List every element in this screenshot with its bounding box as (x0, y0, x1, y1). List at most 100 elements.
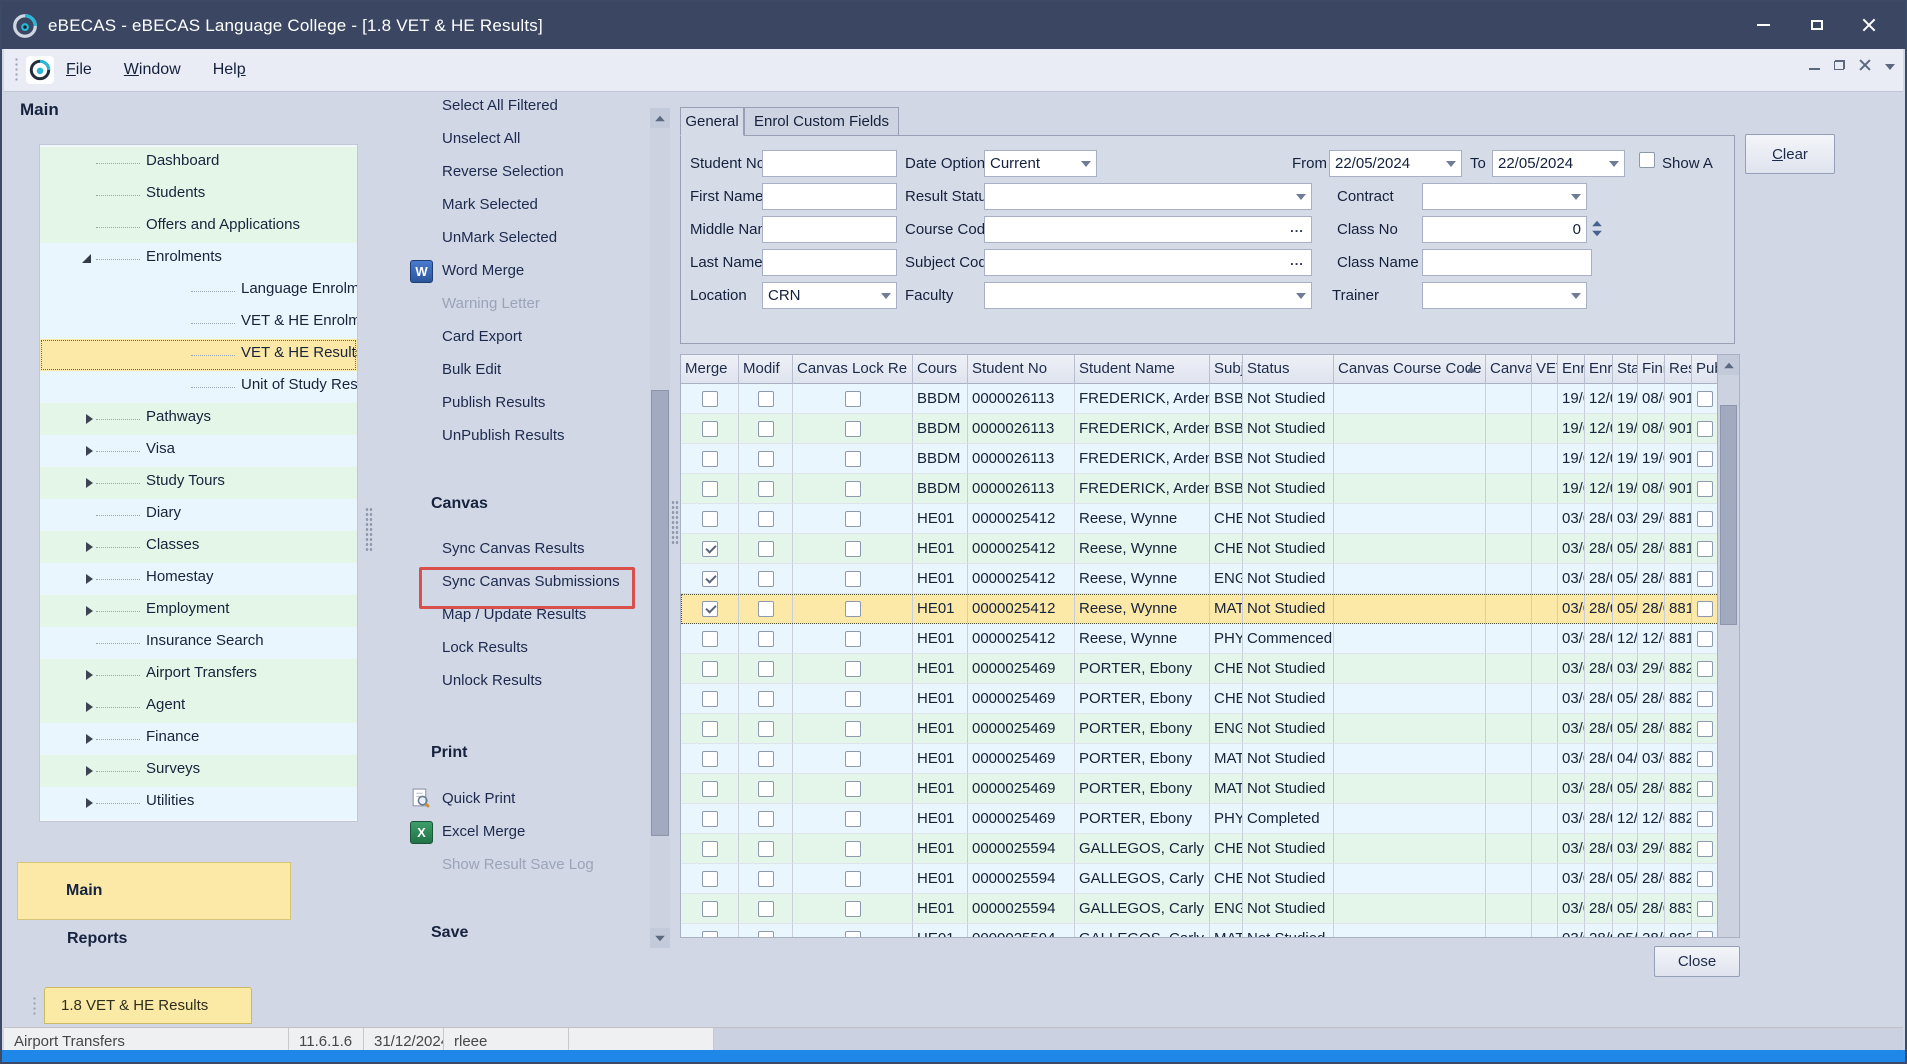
published-checkbox[interactable] (1697, 871, 1713, 887)
canvas-lock-checkbox[interactable] (845, 481, 861, 497)
column-header-subj[interactable]: Subj (1210, 355, 1243, 384)
canvas-lock-checkbox[interactable] (845, 841, 861, 857)
dropdown-arrow-icon[interactable] (1446, 161, 1456, 167)
merge[interactable] (681, 804, 739, 834)
action-sync-canvas-results[interactable]: Sync Canvas Results (442, 535, 585, 563)
published-checkbox[interactable] (1697, 751, 1713, 767)
canvas-lock[interactable] (793, 924, 913, 938)
modified-checkbox[interactable] (758, 691, 774, 707)
column-header-canva[interactable]: Canva (1486, 355, 1532, 384)
published-checkbox[interactable] (1697, 541, 1713, 557)
table-row[interactable]: HE010000025594GALLEGOS, CarlyENGNot Stud… (681, 894, 1719, 924)
published-checkbox[interactable] (1697, 391, 1713, 407)
canvas-lock-checkbox[interactable] (845, 691, 861, 707)
canvas-lock-checkbox[interactable] (845, 541, 861, 557)
class-no-spinner-icons[interactable] (1589, 216, 1604, 243)
mdi-restore-icon[interactable] (1834, 60, 1845, 70)
column-header-canvas-lock-re[interactable]: Canvas Lock Re (793, 355, 913, 384)
table-row[interactable]: HE010000025469PORTER, EbonyMATNot Studie… (681, 744, 1719, 774)
dropdown-arrow-icon[interactable] (1609, 161, 1619, 167)
action-excel-merge[interactable]: Excel MergeX (442, 818, 525, 846)
action-reverse-selection[interactable]: Reverse Selection (442, 158, 564, 186)
column-header-canvas-course-code[interactable]: Canvas Course Code (1334, 355, 1486, 384)
merge-checkbox[interactable] (702, 751, 718, 767)
canvas-lock[interactable] (793, 504, 913, 534)
sidebar-main-button[interactable]: Main (17, 862, 291, 920)
modified[interactable] (739, 624, 793, 654)
modified[interactable] (739, 864, 793, 894)
canvas-lock[interactable] (793, 534, 913, 564)
action-unmark-selected[interactable]: UnMark Selected (442, 224, 557, 252)
modified-checkbox[interactable] (758, 661, 774, 677)
table-row[interactable]: BBDM0000026113FREDERICK, ArdenBSBCNot St… (681, 414, 1719, 444)
canvas-lock[interactable] (793, 564, 913, 594)
column-header-student-no[interactable]: Student No (968, 355, 1075, 384)
sidebar-reports-button[interactable]: Reports (67, 930, 127, 948)
sidebar-item-pathways[interactable]: Pathways (40, 403, 357, 435)
action-mark-selected[interactable]: Mark Selected (442, 191, 538, 219)
published[interactable] (1692, 624, 1719, 654)
chevron-right-icon[interactable] (86, 670, 93, 680)
sidebar-item-vet-he-results[interactable]: VET & HE Results (40, 339, 357, 371)
ellipsis-lookup-icon[interactable]: ... (1286, 220, 1308, 239)
published[interactable] (1692, 504, 1719, 534)
table-row[interactable]: HE010000025412Reese, WynneCHEMNot Studie… (681, 534, 1719, 564)
published[interactable] (1692, 864, 1719, 894)
table-row[interactable]: HE010000025412Reese, WynnePHYSCommenced0… (681, 624, 1719, 654)
published-checkbox[interactable] (1697, 631, 1713, 647)
chevron-expanded-icon[interactable] (82, 254, 91, 263)
merge-checkbox[interactable] (702, 511, 718, 527)
merge-checkbox[interactable] (702, 931, 718, 939)
modified[interactable] (739, 654, 793, 684)
modified-checkbox[interactable] (758, 511, 774, 527)
published-checkbox[interactable] (1697, 451, 1713, 467)
canvas-lock[interactable] (793, 384, 913, 414)
from-date-select[interactable]: 22/05/2024 (1329, 150, 1462, 177)
modified-checkbox[interactable] (758, 901, 774, 917)
column-header-status[interactable]: Status (1243, 355, 1334, 384)
canvas-lock[interactable] (793, 654, 913, 684)
grid-scrollbar[interactable] (1717, 355, 1739, 937)
minimize-button[interactable] (1741, 10, 1785, 40)
actions-scrollbar[interactable] (650, 108, 670, 948)
left-splitter-handle[interactable] (365, 507, 373, 553)
table-row[interactable]: BBDM0000026113FREDERICK, ArdenBSBANot St… (681, 384, 1719, 414)
published-checkbox[interactable] (1697, 601, 1713, 617)
merge[interactable] (681, 744, 739, 774)
published-checkbox[interactable] (1697, 811, 1713, 827)
sidebar-item-classes[interactable]: Classes (40, 531, 357, 563)
modified-checkbox[interactable] (758, 421, 774, 437)
table-row[interactable]: HE010000025469PORTER, EbonyCHEMNot Studi… (681, 684, 1719, 714)
chevron-right-icon[interactable] (86, 734, 93, 744)
chevron-right-icon[interactable] (86, 606, 93, 616)
sidebar-item-enrolments[interactable]: Enrolments (40, 243, 357, 275)
canvas-lock-checkbox[interactable] (845, 661, 861, 677)
published-checkbox[interactable] (1697, 511, 1713, 527)
column-header-student-name[interactable]: Student Name (1075, 355, 1210, 384)
dropdown-arrow-icon[interactable] (1296, 293, 1306, 299)
action-lock-results[interactable]: Lock Results (442, 634, 528, 662)
table-row[interactable]: HE010000025469PORTER, EbonyMATNot Studie… (681, 774, 1719, 804)
merge-checkbox[interactable] (702, 661, 718, 677)
published-checkbox[interactable] (1697, 721, 1713, 737)
merge[interactable] (681, 564, 739, 594)
modified-checkbox[interactable] (758, 451, 774, 467)
merge-checkbox[interactable] (702, 871, 718, 887)
chevron-right-icon[interactable] (86, 446, 93, 456)
canvas-lock-checkbox[interactable] (845, 931, 861, 939)
canvas-lock-checkbox[interactable] (845, 811, 861, 827)
modified[interactable] (739, 594, 793, 624)
sidebar-item-language-enrolments[interactable]: Language Enrolments (40, 275, 357, 307)
column-header-vet[interactable]: VET (1532, 355, 1558, 384)
chevron-right-icon[interactable] (86, 574, 93, 584)
table-row[interactable]: HE010000025469PORTER, EbonyENGNot Studie… (681, 714, 1719, 744)
published-checkbox[interactable] (1697, 841, 1713, 857)
canvas-lock[interactable] (793, 624, 913, 654)
sidebar-item-students[interactable]: Students (40, 179, 357, 211)
modified[interactable] (739, 924, 793, 938)
menu-item-file[interactable]: File (64, 57, 94, 83)
menu-item-help[interactable]: Help (211, 57, 248, 83)
merge-checkbox[interactable] (702, 841, 718, 857)
merge[interactable] (681, 864, 739, 894)
middle-name-input[interactable] (762, 216, 897, 243)
